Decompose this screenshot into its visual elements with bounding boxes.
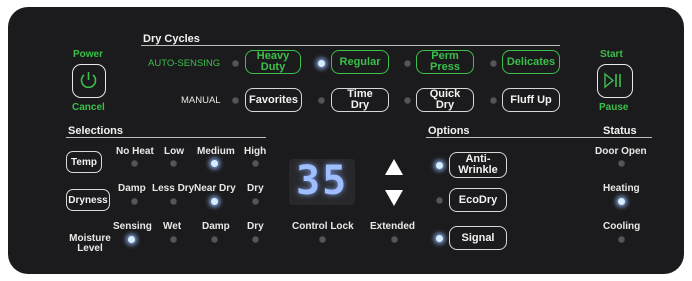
moisture-sensing: Sensing [113,221,152,232]
dry-cycles-title: Dry Cycles [143,33,200,45]
dryness-button[interactable]: Dryness [66,189,110,211]
moisture-wet: Wet [163,221,182,232]
down-arrow-icon[interactable] [385,190,403,206]
control-lock-label[interactable]: Control Lock [292,221,354,232]
temp-no-heat-led [131,160,138,167]
dryness-near-dry: Near Dry [194,183,236,194]
time-dry-button[interactable]: Time Dry [331,88,389,112]
temp-medium-led [211,160,218,167]
fluff-up-led [490,97,497,104]
regular-led [318,60,325,67]
temp-medium: Medium [197,146,235,157]
fluff-up-button[interactable]: Fluff Up [502,88,560,112]
moisture-wet-led [170,236,177,243]
dryness-dry-led [252,198,259,205]
dryness-less-dry-led [170,198,177,205]
dryness-less-dry: Less Dry [152,183,195,194]
signal-button[interactable]: Signal [449,226,507,250]
options-title: Options [428,125,470,137]
dryness-damp: Damp [118,183,146,194]
status-door-open: Door Open [595,146,647,157]
up-arrow-icon[interactable] [385,159,403,175]
dryness-dry: Dry [247,183,264,194]
moisture-level-label: Moisture Level [69,233,111,254]
ecodry-button[interactable]: EcoDry [449,188,507,212]
time-display-value: 35 [296,158,349,204]
pause-label: Pause [599,102,629,113]
delicates-led [490,60,497,67]
extended-label[interactable]: Extended [370,221,415,232]
signal-led [436,235,443,242]
ecodry-led [436,197,443,204]
perm-press-led [404,60,411,67]
dry-cycles-rule [141,45,560,46]
moisture-sensing-led [128,236,135,243]
temp-high-led [252,160,259,167]
dryness-damp-led [131,198,138,205]
play-pause-icon [604,72,621,89]
dryness-near-dry-led [211,198,218,205]
status-heating: Heating [603,183,640,194]
moisture-dry-led [252,236,259,243]
temp-low: Low [164,146,184,157]
status-cooling: Cooling [603,221,641,232]
start-label: Start [600,49,623,60]
power-button[interactable] [72,64,106,98]
quick-dry-led [404,97,411,104]
regular-button[interactable]: Regular [331,50,389,74]
manual-label: MANUAL [181,95,221,106]
temp-low-led [170,160,177,167]
time-dry-led [318,97,325,104]
start-pause-button[interactable] [597,64,633,98]
moisture-dry: Dry [247,221,264,232]
options-rule [426,137,652,138]
status-title: Status [603,125,637,137]
quick-dry-button[interactable]: Quick Dry [416,88,474,112]
favorites-button[interactable]: Favorites [245,88,302,112]
perm-press-button[interactable]: Perm Press [416,50,474,74]
anti-wrinkle-button[interactable]: Anti-Wrinkle [449,152,507,178]
moisture-damp: Damp [202,221,230,232]
cancel-label: Cancel [72,102,105,113]
heating-led [618,198,625,205]
temp-no-heat: No Heat [116,146,154,157]
auto-sensing-label: AUTO-SENSING [148,58,221,69]
power-label: Power [73,49,104,60]
delicates-button[interactable]: Delicates [502,50,560,74]
selections-title: Selections [68,125,124,137]
extended-led [391,236,398,243]
power-icon [80,72,97,89]
temp-button[interactable]: Temp [66,151,102,173]
heavy-duty-led [232,60,239,67]
selections-rule [66,137,266,138]
control-lock-led [319,236,326,243]
favorites-led [232,97,239,104]
temp-high: High [244,146,267,157]
cooling-led [618,236,625,243]
anti-wrinkle-led [436,162,443,169]
moisture-damp-led [211,236,218,243]
door-open-led [618,160,625,167]
heavy-duty-button[interactable]: Heavy Duty [245,50,301,74]
